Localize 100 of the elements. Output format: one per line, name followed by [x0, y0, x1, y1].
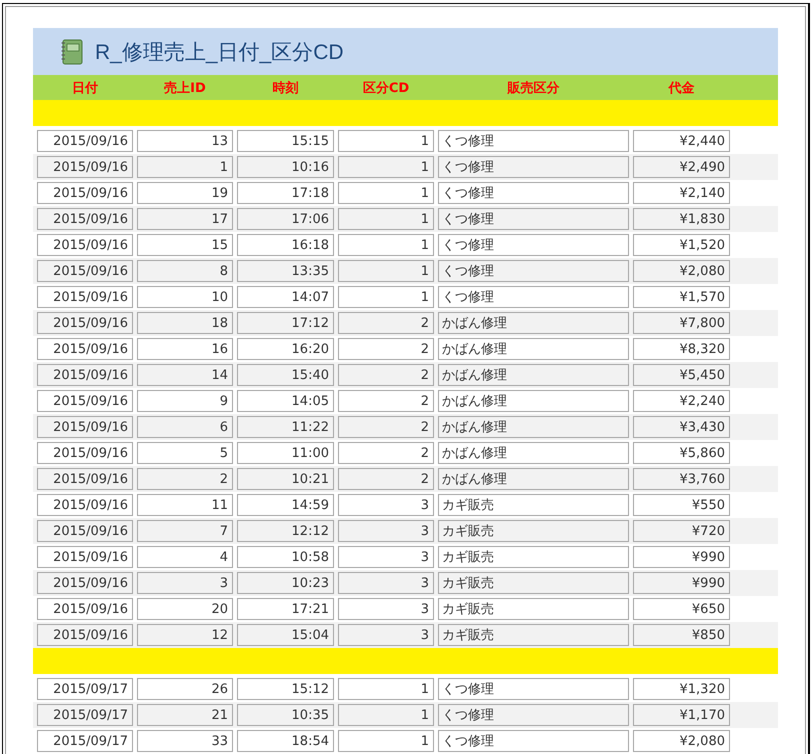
- table-cell: 11:00: [237, 442, 334, 464]
- table-cell: かばん修理: [438, 338, 629, 360]
- table-cell: くつ修理: [438, 130, 629, 152]
- table-cell: かばん修理: [438, 416, 629, 438]
- table-cell: 1: [338, 156, 434, 178]
- table-cell: 3: [338, 598, 434, 620]
- table-cell: 10:23: [237, 572, 334, 594]
- table-cell: ¥1,520: [633, 234, 730, 256]
- table-cell: 2015/09/16: [37, 468, 133, 490]
- table-cell: 2015/09/17: [37, 730, 133, 752]
- table-cell: 2015/09/16: [37, 442, 133, 464]
- table-cell: 16:20: [237, 338, 334, 360]
- table-cell: 1: [338, 234, 434, 256]
- table-cell: 21: [137, 704, 233, 726]
- table-cell: くつ修理: [438, 260, 629, 282]
- table-cell: ¥1,170: [633, 704, 730, 726]
- table-cell: 17:12: [237, 312, 334, 334]
- table-cell: 2: [338, 338, 434, 360]
- table-cell: 1: [338, 208, 434, 230]
- table-cell: ¥2,080: [633, 730, 730, 752]
- table-cell: 2015/09/17: [37, 704, 133, 726]
- table-cell: ¥8,320: [633, 338, 730, 360]
- table-cell: 5: [137, 442, 233, 464]
- table-cell: くつ修理: [438, 730, 629, 752]
- table-cell: 10:16: [237, 156, 334, 178]
- table-cell: ¥7,800: [633, 312, 730, 334]
- table-cell: 2015/09/16: [37, 494, 133, 516]
- table-cell: 3: [338, 546, 434, 568]
- table-cell: ¥550: [633, 494, 730, 516]
- table-cell: カギ販売: [438, 494, 629, 516]
- table-cell: 2015/09/16: [37, 156, 133, 178]
- table-cell: 10:21: [237, 468, 334, 490]
- column-header: 売上ID: [163, 80, 207, 96]
- table-cell: ¥720: [633, 520, 730, 542]
- table-cell: 3: [338, 624, 434, 646]
- table-cell: 3: [137, 572, 233, 594]
- table-cell: 2015/09/16: [37, 546, 133, 568]
- table-cell: かばん修理: [438, 468, 629, 490]
- table-cell: 17:21: [237, 598, 334, 620]
- table-cell: かばん修理: [438, 312, 629, 334]
- table-cell: カギ販売: [438, 546, 629, 568]
- table-cell: 2: [338, 468, 434, 490]
- table-cell: 2015/09/16: [37, 598, 133, 620]
- table-cell: 13: [137, 130, 233, 152]
- table-cell: 1: [338, 130, 434, 152]
- table-cell: 2015/09/16: [37, 234, 133, 256]
- table-cell: ¥2,080: [633, 260, 730, 282]
- table-cell: かばん修理: [438, 390, 629, 412]
- table-cell: 3: [338, 494, 434, 516]
- table-cell: 16:18: [237, 234, 334, 256]
- table-cell: 12:12: [237, 520, 334, 542]
- table-cell: 15: [137, 234, 233, 256]
- table-cell: 9: [137, 390, 233, 412]
- table-cell: 17:18: [237, 182, 334, 204]
- table-cell: ¥2,140: [633, 182, 730, 204]
- table-cell: カギ販売: [438, 520, 629, 542]
- table-cell: 15:40: [237, 364, 334, 386]
- table-cell: 17:06: [237, 208, 334, 230]
- table-cell: 17: [137, 208, 233, 230]
- table-cell: ¥2,490: [633, 156, 730, 178]
- table-cell: 2015/09/16: [37, 364, 133, 386]
- table-cell: 14:07: [237, 286, 334, 308]
- table-cell: 2015/09/16: [37, 338, 133, 360]
- table-cell: くつ修理: [438, 182, 629, 204]
- table-cell: 2015/09/16: [37, 624, 133, 646]
- table-cell: カギ販売: [438, 624, 629, 646]
- table-cell: ¥1,830: [633, 208, 730, 230]
- table-cell: 13:35: [237, 260, 334, 282]
- table-cell: 10:58: [237, 546, 334, 568]
- table-cell: 2015/09/16: [37, 208, 133, 230]
- table-cell: 20: [137, 598, 233, 620]
- column-header: 時刻: [272, 80, 300, 96]
- table-cell: ¥5,450: [633, 364, 730, 386]
- table-cell: 3: [338, 520, 434, 542]
- table-cell: 1: [338, 730, 434, 752]
- table-cell: 12: [137, 624, 233, 646]
- table-cell: 2015/09/16: [37, 390, 133, 412]
- table-cell: 2: [338, 364, 434, 386]
- table-cell: 2015/09/16: [37, 260, 133, 282]
- table-cell: 1: [338, 704, 434, 726]
- table-cell: くつ修理: [438, 208, 629, 230]
- table-cell: 1: [338, 678, 434, 700]
- report-title: R_修理売上_日付_区分CD: [95, 40, 344, 66]
- table-cell: 1: [338, 260, 434, 282]
- table-cell: ¥850: [633, 624, 730, 646]
- table-cell: 2015/09/16: [37, 182, 133, 204]
- table-cell: ¥650: [633, 598, 730, 620]
- table-cell: 2015/09/17: [37, 678, 133, 700]
- table-cell: 2015/09/16: [37, 416, 133, 438]
- table-cell: 15:12: [237, 678, 334, 700]
- table-cell: 2015/09/16: [37, 286, 133, 308]
- table-cell: 18:54: [237, 730, 334, 752]
- table-cell: 2: [137, 468, 233, 490]
- table-cell: 1: [338, 286, 434, 308]
- table-cell: 33: [137, 730, 233, 752]
- table-cell: ¥990: [633, 546, 730, 568]
- table-cell: ¥2,240: [633, 390, 730, 412]
- table-cell: 14:05: [237, 390, 334, 412]
- table-cell: くつ修理: [438, 704, 629, 726]
- table-cell: 19: [137, 182, 233, 204]
